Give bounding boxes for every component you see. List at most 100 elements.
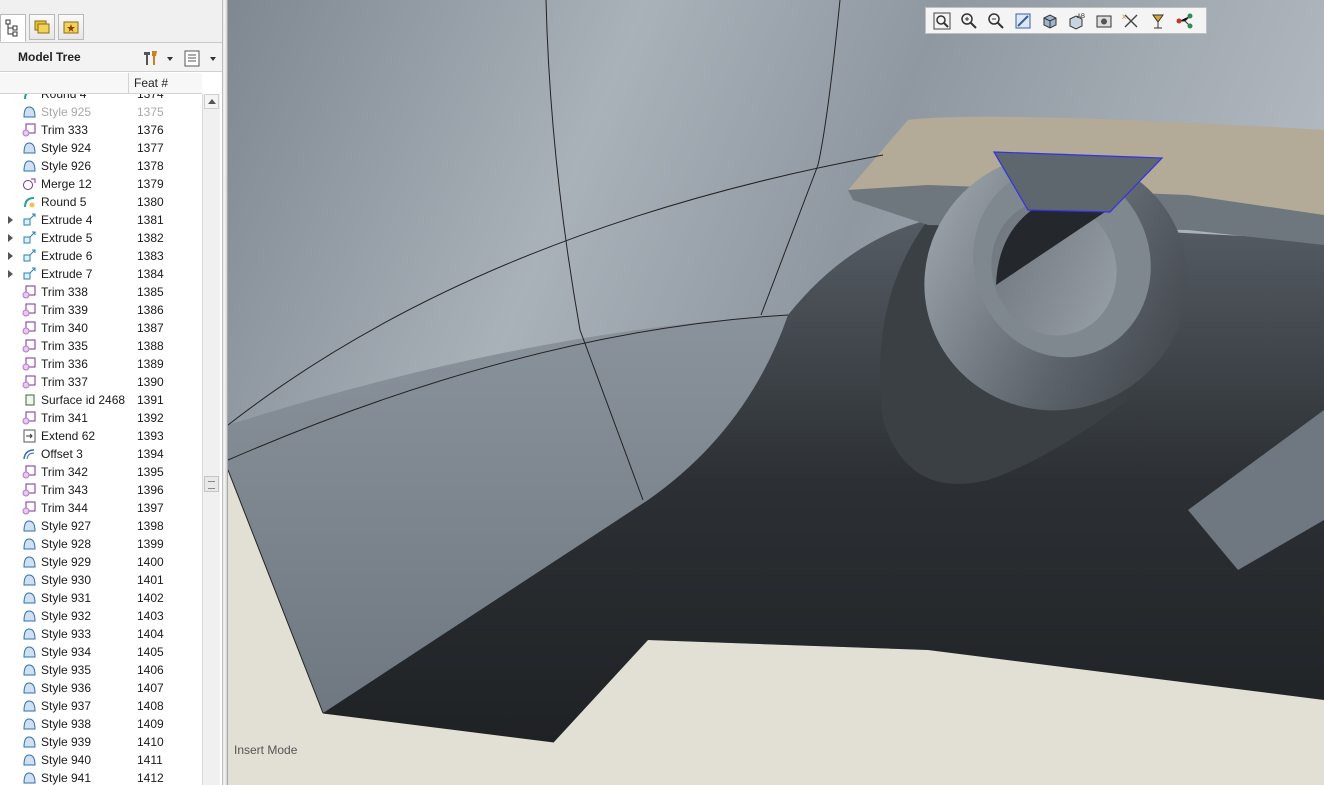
tree-row[interactable]: Trim 341 1392 <box>0 409 202 427</box>
tree-row[interactable]: Extrude 6 1383 <box>0 247 202 265</box>
annotation-display-icon <box>1152 14 1164 29</box>
feature-number: 1385 <box>137 285 164 299</box>
model-tree-rows: Round 4 1374 Style 925 1375 Trim 333 1376 St… <box>0 94 202 785</box>
trim-icon <box>22 285 37 299</box>
tree-row[interactable]: Style 932 1403 <box>0 607 202 625</box>
feature-number: 1380 <box>137 195 164 209</box>
repaint-button[interactable] <box>1013 11 1033 31</box>
style-surface-icon <box>22 735 37 749</box>
show-menu-button[interactable] <box>182 48 216 68</box>
expand-arrow-icon[interactable] <box>8 234 13 242</box>
feature-number: 1384 <box>137 267 164 281</box>
refit-button[interactable] <box>932 11 952 31</box>
tree-row[interactable]: Style 928 1399 <box>0 535 202 553</box>
feature-number: 1383 <box>137 249 164 263</box>
spin-center-button[interactable] <box>1175 11 1195 31</box>
datum-display-button[interactable]: X <box>1121 11 1141 31</box>
tree-row[interactable]: Style 929 1400 <box>0 553 202 571</box>
tree-row[interactable]: Extend 62 1393 <box>0 427 202 445</box>
tree-column-header: Feat # <box>0 73 202 94</box>
round-icon <box>22 94 37 101</box>
feature-number: 1396 <box>137 483 164 497</box>
merge-icon <box>22 177 37 191</box>
zoom-out-button[interactable] <box>986 11 1006 31</box>
tree-row[interactable]: Trim 343 1396 <box>0 481 202 499</box>
feature-number: 1395 <box>137 465 164 479</box>
style-surface-icon <box>22 555 37 569</box>
tree-row[interactable]: Merge 12 1379 <box>0 175 202 193</box>
tree-row[interactable]: Style 926 1378 <box>0 157 202 175</box>
tree-row[interactable]: Style 934 1405 <box>0 643 202 661</box>
expand-arrow-icon[interactable] <box>8 270 13 278</box>
trim-icon <box>22 357 37 371</box>
tree-row[interactable]: Style 939 1410 <box>0 733 202 751</box>
tree-row[interactable]: Style 931 1402 <box>0 589 202 607</box>
tree-row[interactable]: Trim 339 1386 <box>0 301 202 319</box>
tree-row[interactable]: Surface id 2468 1391 <box>0 391 202 409</box>
style-surface-icon <box>22 591 37 605</box>
trim-icon <box>22 501 37 515</box>
feature-number: 1411 <box>137 753 163 767</box>
view-manager-icon <box>1096 15 1112 28</box>
annotation-display-button[interactable] <box>1148 11 1168 31</box>
feature-number: 1378 <box>137 159 164 173</box>
tree-row[interactable]: Style 933 1404 <box>0 625 202 643</box>
feature-name: Style 931 <box>41 591 92 605</box>
feat-number-column-header[interactable]: Feat # <box>134 76 168 90</box>
tree-row[interactable]: Style 925 1375 <box>0 103 202 121</box>
tab-model-tree[interactable] <box>0 14 26 42</box>
tree-scrollbar[interactable] <box>202 94 220 785</box>
tree-row[interactable]: Trim 340 1387 <box>0 319 202 337</box>
tree-row[interactable]: Trim 336 1389 <box>0 355 202 373</box>
tree-row[interactable]: Style 927 1398 <box>0 517 202 535</box>
settings-menu-button[interactable] <box>140 48 173 68</box>
tree-row[interactable]: Trim 344 1397 <box>0 499 202 517</box>
tree-row[interactable]: Style 938 1409 <box>0 715 202 733</box>
tree-row-partial[interactable]: Round 4 1374 <box>0 94 202 103</box>
tree-row[interactable]: Style 930 1401 <box>0 571 202 589</box>
tree-row[interactable]: Trim 335 1388 <box>0 337 202 355</box>
feature-number: 1394 <box>137 447 164 461</box>
tree-row[interactable]: Trim 338 1385 <box>0 283 202 301</box>
tree-row[interactable]: Extrude 7 1384 <box>0 265 202 283</box>
expand-arrow-icon[interactable] <box>8 252 13 260</box>
tree-row[interactable]: Extrude 4 1381 <box>0 211 202 229</box>
feature-number: 1386 <box>137 303 164 317</box>
saved-views-button[interactable]: AB <box>1067 11 1087 31</box>
tree-row[interactable]: Trim 333 1376 <box>0 121 202 139</box>
zoom-in-button[interactable] <box>959 11 979 31</box>
display-style-button[interactable] <box>1040 11 1060 31</box>
feature-number: 1408 <box>137 699 164 713</box>
show-columns-icon <box>184 50 200 67</box>
tab-folder-browser[interactable] <box>29 14 55 40</box>
tree-row[interactable]: Style 937 1408 <box>0 697 202 715</box>
style-surface-icon <box>22 627 37 641</box>
tree-row[interactable]: Trim 342 1395 <box>0 463 202 481</box>
expand-arrow-icon[interactable] <box>8 216 13 224</box>
tree-row[interactable]: Offset 3 1394 <box>0 445 202 463</box>
scroll-up-button[interactable] <box>204 94 219 109</box>
scroll-thumb[interactable] <box>204 476 219 492</box>
model-tree-title: Model Tree <box>18 50 81 64</box>
graphics-viewport[interactable]: AB X Insert Mode <box>228 0 1324 785</box>
tab-favorites[interactable] <box>58 14 84 40</box>
trim-icon <box>22 375 37 389</box>
trim-icon <box>22 303 37 317</box>
name-column-header[interactable] <box>0 73 129 93</box>
feature-name: Trim 338 <box>41 285 88 299</box>
feature-name: Extrude 4 <box>41 213 93 227</box>
tree-row[interactable]: Round 5 1380 <box>0 193 202 211</box>
tree-row[interactable]: Style 940 1411 <box>0 751 202 769</box>
tree-row[interactable]: Trim 337 1390 <box>0 373 202 391</box>
tree-row[interactable]: Style 924 1377 <box>0 139 202 157</box>
feature-number: 1388 <box>137 339 164 353</box>
tree-row[interactable]: Style 935 1406 <box>0 661 202 679</box>
tree-row[interactable]: Style 941 1412 <box>0 769 202 785</box>
tree-row[interactable]: Extrude 5 1382 <box>0 229 202 247</box>
feature-name: Style 926 <box>41 159 92 173</box>
style-surface-icon <box>22 105 37 119</box>
feature-name: Trim 343 <box>41 483 88 497</box>
tree-row[interactable]: Style 936 1407 <box>0 679 202 697</box>
feature-name: Trim 341 <box>41 411 88 425</box>
view-manager-button[interactable] <box>1094 11 1114 31</box>
